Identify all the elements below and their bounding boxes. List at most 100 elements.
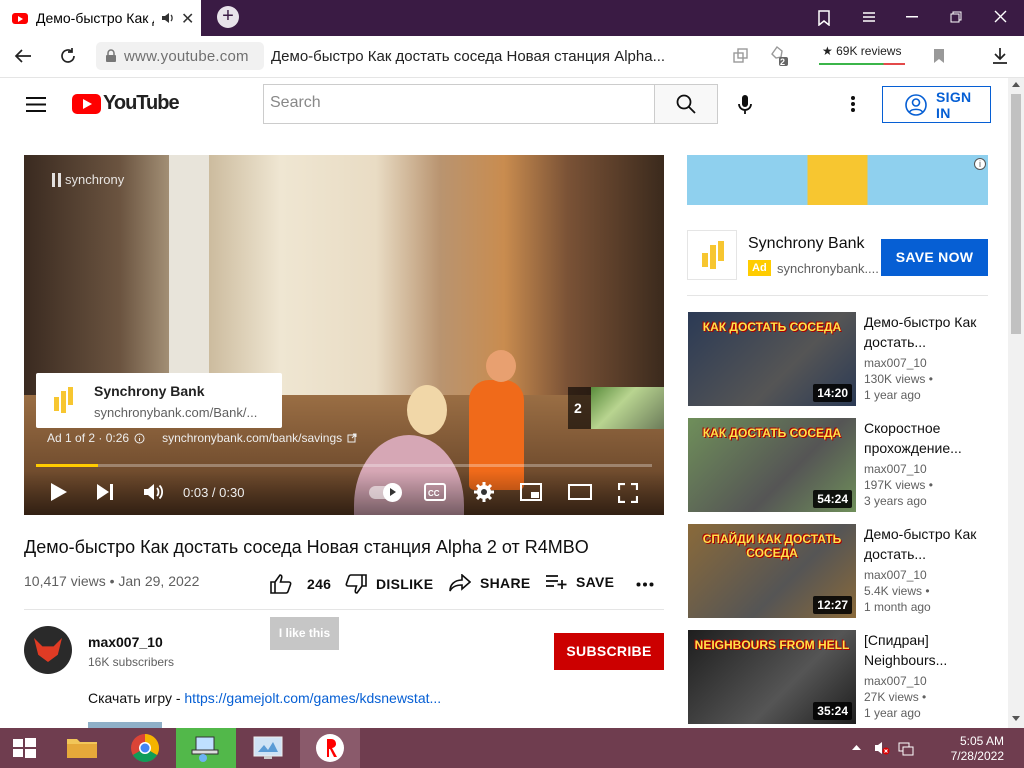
hamburger-menu-icon[interactable] — [26, 97, 46, 112]
page-scrollbar[interactable] — [1008, 78, 1024, 728]
url-field[interactable]: www.youtube.com — [96, 42, 264, 70]
autoplay-toggle[interactable] — [369, 483, 402, 502]
taskbar-control-panel[interactable] — [238, 728, 298, 768]
logo-text: YouTube — [103, 92, 180, 114]
microphone-icon[interactable] — [738, 95, 752, 115]
recommendation-thumbnail[interactable]: КАК ДОСТАТЬ СОСЕДА 54:24 — [688, 418, 856, 512]
info-icon[interactable] — [134, 433, 145, 444]
description-link[interactable]: https://gamejolt.com/games/kdsnewstat... — [184, 690, 441, 706]
taskbar-yandex-browser[interactable] — [300, 728, 360, 768]
system-clock[interactable]: 5:05 AM 7/28/2022 — [948, 734, 1004, 764]
ad-info-icon[interactable]: i — [974, 158, 986, 170]
play-icon[interactable] — [50, 482, 68, 502]
recommendation-info: Демо-быстро Как достать... max007_10 130K … — [864, 312, 988, 402]
next-ad-preview[interactable]: 2 — [568, 387, 664, 429]
browser-tab[interactable]: Демо-быстро Как д ✕ — [0, 0, 201, 36]
channel-name[interactable]: max007_10 — [88, 634, 163, 650]
thumbs-down-icon — [345, 574, 367, 594]
more-actions-icon[interactable] — [636, 582, 654, 587]
start-button[interactable] — [0, 728, 48, 768]
taskbar-network-app[interactable] — [176, 728, 236, 768]
page-title-in-address[interactable]: Демо-быстро Как достать соседа Новая ста… — [271, 48, 711, 65]
subscribe-button[interactable]: SUBSCRIBE — [554, 633, 664, 670]
url-host: www.youtube.com — [124, 48, 249, 65]
search-input[interactable]: Search — [263, 84, 655, 124]
new-tab-button[interactable]: + — [217, 6, 239, 28]
recommendation-channel[interactable]: max007_10 — [864, 462, 988, 476]
settings-gear-icon[interactable] — [473, 481, 495, 503]
subtitles-icon[interactable]: CC — [424, 483, 446, 501]
like-button[interactable]: 246 — [270, 574, 331, 594]
recommendation-channel[interactable]: max007_10 — [864, 674, 988, 688]
volume-icon[interactable] — [143, 482, 165, 502]
external-link-icon[interactable] — [347, 433, 357, 443]
sidebar-ad-banner[interactable]: i — [687, 155, 988, 205]
youtube-logo[interactable]: YouTube — [72, 92, 180, 115]
recommendation-thumbnail[interactable]: СПАЙДИ КАК ДОСТАТЬ СОСЕДА 12:27 — [688, 524, 856, 618]
miniplayer-icon[interactable] — [520, 483, 542, 501]
recommendation-thumbnail[interactable]: КАК ДОСТАТЬ СОСЕДА 14:20 — [688, 312, 856, 406]
scroll-up-arrow-icon[interactable] — [1012, 82, 1020, 87]
sign-in-button[interactable]: SIGN IN — [882, 86, 991, 123]
recommendation-item[interactable]: КАК ДОСТАТЬ СОСЕДА 54:24 Скоростное прохож… — [688, 418, 988, 512]
search-button[interactable] — [654, 84, 718, 124]
progress-bar[interactable] — [36, 464, 652, 467]
extension-icon[interactable] — [768, 45, 790, 67]
computer-network-icon — [191, 736, 219, 762]
next-icon[interactable] — [96, 483, 114, 501]
close-window-icon[interactable] — [994, 10, 1007, 23]
svg-text:CC: CC — [428, 489, 440, 498]
minimize-icon[interactable] — [906, 16, 918, 18]
copy-link-icon[interactable] — [733, 48, 749, 64]
thumbnail-caption: КАК ДОСТАТЬ СОСЕДА — [702, 320, 842, 334]
recommendation-info: [Спидран] Neighbours... max007_10 27K view… — [864, 630, 988, 720]
ad-link[interactable]: synchronybank.com/bank/savings — [162, 431, 342, 445]
recommendation-item[interactable]: КАК ДОСТАТЬ СОСЕДА 14:20 Демо-быстро Как д… — [688, 312, 988, 406]
next-ad-count: 2 — [574, 400, 582, 416]
restore-icon[interactable] — [950, 11, 962, 23]
back-icon[interactable] — [14, 48, 32, 64]
lock-icon[interactable] — [105, 49, 117, 63]
recommendation-title[interactable]: Демо-быстро Как достать... — [864, 524, 988, 564]
reviews-widget[interactable]: ★ 69K reviews — [819, 42, 905, 65]
recommendation-title[interactable]: Скоростное прохождение... — [864, 418, 988, 458]
recommendation-channel[interactable]: max007_10 — [864, 356, 988, 370]
scroll-down-arrow-icon[interactable] — [1012, 716, 1020, 721]
recommendation-item[interactable]: NEIGHBOURS FROM HELL 35:24 [Спидран] Neigh… — [688, 630, 988, 724]
taskbar-chrome[interactable] — [115, 728, 175, 768]
save-button[interactable]: SAVE — [545, 574, 614, 590]
fullscreen-icon[interactable] — [618, 483, 638, 503]
recommendation-thumbnail[interactable]: NEIGHBOURS FROM HELL 35:24 — [688, 630, 856, 724]
recommendation-title[interactable]: [Спидран] Neighbours... — [864, 630, 988, 670]
youtube-play-logo-icon — [72, 93, 101, 114]
download-icon[interactable] — [992, 47, 1008, 65]
share-button[interactable]: SHARE — [449, 574, 531, 592]
tray-expand-icon[interactable] — [852, 744, 861, 750]
theater-mode-icon[interactable] — [568, 484, 592, 500]
ad-overlay-card[interactable]: Synchrony Bank synchronybank.com/Bank/..… — [36, 373, 282, 428]
bookmark-icon[interactable] — [933, 48, 945, 64]
synchrony-mark-icon — [52, 172, 61, 187]
volume-muted-icon[interactable] — [874, 740, 890, 756]
recommendation-channel[interactable]: max007_10 — [864, 568, 988, 582]
sidebar-ad-name: Synchrony Bank — [748, 235, 865, 252]
reload-icon[interactable] — [59, 47, 77, 65]
close-tab-icon[interactable]: ✕ — [181, 9, 194, 29]
recommendation-title[interactable]: Демо-быстро Как достать... — [864, 312, 988, 352]
taskbar-file-explorer[interactable] — [52, 728, 112, 768]
channel-avatar[interactable] — [24, 626, 72, 674]
save-now-button[interactable]: SAVE NOW — [881, 239, 988, 276]
speaker-icon[interactable] — [161, 11, 175, 25]
ad-info-bar: Ad 1 of 2 · 0:26 synchronybank.com/bank/… — [47, 431, 357, 445]
clock-time: 5:05 AM — [959, 734, 1004, 748]
network-tray-icon[interactable] — [898, 740, 914, 756]
dislike-button[interactable]: DISLIKE — [345, 574, 433, 594]
video-player[interactable]: synchrony Synchrony Bank synchronybank.c… — [24, 155, 664, 515]
recommendation-item[interactable]: СПАЙДИ КАК ДОСТАТЬ СОСЕДА 12:27 Демо-быстр… — [688, 524, 988, 618]
more-options-icon[interactable] — [850, 95, 856, 113]
browser-menu-icon[interactable] — [862, 10, 876, 24]
bookmarks-panel-icon[interactable] — [817, 10, 831, 26]
monitor-icon — [253, 736, 283, 759]
video-duration: 35:24 — [813, 702, 852, 720]
scrollbar-thumb[interactable] — [1011, 94, 1021, 334]
